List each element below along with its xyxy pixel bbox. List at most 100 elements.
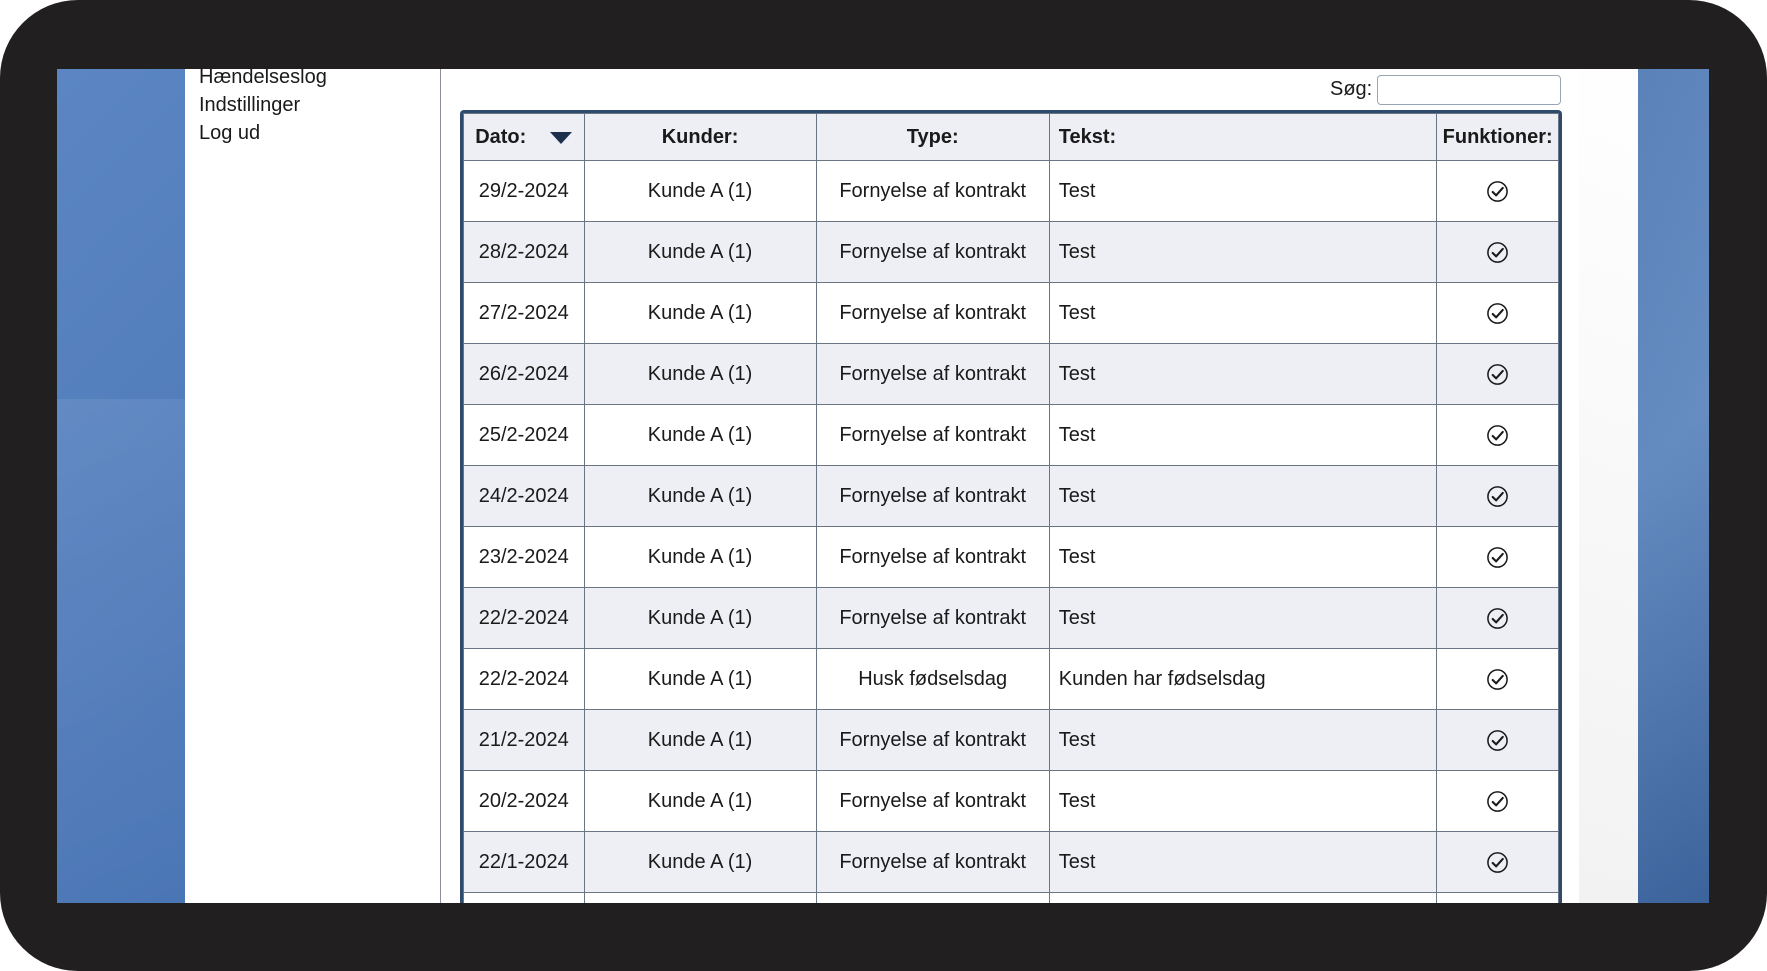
cell-customer: Kunde A (1): [583, 648, 817, 710]
column-header-label: Type:: [906, 125, 959, 148]
sidebar-item-indstillinger[interactable]: Indstillinger: [199, 94, 300, 117]
table-row[interactable]: 22/2-2024 Kunde A (1) Fornyelse af kontrak…: [463, 587, 1559, 649]
cell-date: 28/2-2024: [463, 221, 585, 283]
cell-date: 26/2-2024: [463, 343, 585, 405]
cell-date: [463, 892, 585, 903]
cell-functions: [1436, 892, 1559, 903]
sidebar-item-log-ud[interactable]: Log ud: [199, 122, 260, 145]
cell-customer: Kunde A (1): [583, 343, 817, 405]
table-row[interactable]: 29/2-2024 Kunde A (1) Fornyelse af kontrak…: [463, 160, 1559, 222]
cell-functions: [1436, 221, 1559, 283]
check-circle-icon[interactable]: [1486, 485, 1509, 508]
cell-customer: [583, 892, 817, 903]
cell-customer: Kunde A (1): [583, 221, 817, 283]
sidebar-item-haendelseslog[interactable]: Hændelseslog: [199, 69, 327, 89]
column-header-label: Kunder:: [661, 125, 739, 148]
cell-text: Test: [1048, 343, 1438, 405]
check-circle-icon[interactable]: [1486, 790, 1509, 813]
column-header-text[interactable]: Tekst:: [1048, 113, 1438, 161]
cell-functions: [1436, 831, 1559, 893]
cell-functions: [1436, 770, 1559, 832]
cell-customer: Kunde A (1): [583, 282, 817, 344]
cell-customer: Kunde A (1): [583, 526, 817, 588]
cell-text: Test: [1048, 404, 1438, 466]
table-row[interactable]: 24/2-2024 Kunde A (1) Fornyelse af kontrak…: [463, 465, 1559, 527]
search-label: Søg:: [1330, 78, 1373, 100]
events-table: Dato: Kunder: Type: Tekst: Funktioner: 2…: [463, 113, 1559, 903]
cell-type: Fornyelse af kontrakt: [815, 709, 1050, 771]
table-row[interactable]: 23/2-2024 Kunde A (1) Fornyelse af kontrak…: [463, 526, 1559, 588]
cell-text: Test: [1048, 709, 1438, 771]
table-row[interactable]: 22/2-2024 Kunde A (1) Husk fødselsdag Kunde…: [463, 648, 1559, 710]
cell-text: Test: [1048, 282, 1438, 344]
cell-type: Fornyelse af kontrakt: [815, 831, 1050, 893]
check-circle-icon[interactable]: [1486, 668, 1509, 691]
column-header-date[interactable]: Dato:: [463, 113, 585, 161]
cell-type: Fornyelse af kontrakt: [815, 526, 1050, 588]
cell-text: [1048, 892, 1438, 903]
column-header-type[interactable]: Type:: [815, 113, 1050, 161]
column-header-label: Tekst:: [1058, 125, 1117, 148]
check-circle-icon[interactable]: [1486, 180, 1509, 203]
cell-date: 21/2-2024: [463, 709, 585, 771]
check-circle-icon[interactable]: [1486, 424, 1509, 447]
cell-date: 23/2-2024: [463, 526, 585, 588]
cell-text: Kunden har fødselsdag: [1048, 648, 1438, 710]
cell-customer: Kunde A (1): [583, 587, 817, 649]
cell-functions: [1436, 282, 1559, 344]
cell-text: Test: [1048, 587, 1438, 649]
cell-type: Fornyelse af kontrakt: [815, 587, 1050, 649]
column-header-label: Funktioner:: [1442, 125, 1553, 148]
cell-date: 27/2-2024: [463, 282, 585, 344]
cell-text: Test: [1048, 526, 1438, 588]
table-row[interactable]: 27/2-2024 Kunde A (1) Fornyelse af kontrak…: [463, 282, 1559, 344]
cell-type: Husk fødselsdag: [815, 648, 1050, 710]
cell-text: Test: [1048, 465, 1438, 527]
check-circle-icon[interactable]: [1486, 851, 1509, 874]
cell-type: Fornyelse af kontrakt: [815, 160, 1050, 222]
column-header-customers[interactable]: Kunder:: [583, 113, 817, 161]
sidebar: Hændelseslog Indstillinger Log ud: [185, 69, 441, 903]
check-circle-icon[interactable]: [1486, 363, 1509, 386]
events-table-container: Dato: Kunder: Type: Tekst: Funktioner: 2…: [460, 110, 1562, 903]
desktop-background: Hændelseslog Indstillinger Log ud Søg: D…: [57, 69, 1709, 903]
check-circle-icon[interactable]: [1486, 241, 1509, 264]
table-row[interactable]: 20/2-2024 Kunde A (1) Fornyelse af kontrak…: [463, 770, 1559, 832]
cell-date: 24/2-2024: [463, 465, 585, 527]
cell-functions: [1436, 587, 1559, 649]
table-row[interactable]: 26/2-2024 Kunde A (1) Fornyelse af kontrak…: [463, 343, 1559, 405]
check-circle-icon[interactable]: [1486, 302, 1509, 325]
table-row[interactable]: 22/1-2024 Kunde A (1) Fornyelse af kontrak…: [463, 831, 1559, 893]
check-circle-icon[interactable]: [1486, 729, 1509, 752]
cell-type: Fornyelse af kontrakt: [815, 770, 1050, 832]
main-content: Søg: Dato: Kunder: Type: Tekst: Funktion…: [441, 69, 1638, 903]
cell-functions: [1436, 343, 1559, 405]
table-header-row: Dato: Kunder: Type: Tekst: Funktioner:: [463, 113, 1559, 161]
column-header-label: Dato:: [475, 125, 527, 148]
search-input[interactable]: [1377, 75, 1561, 105]
cell-date: 25/2-2024: [463, 404, 585, 466]
check-circle-icon[interactable]: [1486, 607, 1509, 630]
cell-type: Fornyelse af kontrakt: [815, 343, 1050, 405]
table-row[interactable]: 28/2-2024 Kunde A (1) Fornyelse af kontrak…: [463, 221, 1559, 283]
cell-functions: [1436, 404, 1559, 466]
cell-type: Fornyelse af kontrakt: [815, 221, 1050, 283]
table-row[interactable]: [463, 892, 1559, 903]
cell-functions: [1436, 160, 1559, 222]
table-row[interactable]: 21/2-2024 Kunde A (1) Fornyelse af kontrak…: [463, 709, 1559, 771]
check-circle-icon[interactable]: [1486, 546, 1509, 569]
cell-customer: Kunde A (1): [583, 831, 817, 893]
cell-text: Test: [1048, 770, 1438, 832]
table-row[interactable]: 25/2-2024 Kunde A (1) Fornyelse af kontrak…: [463, 404, 1559, 466]
cell-functions: [1436, 465, 1559, 527]
column-header-functions: Funktioner:: [1436, 113, 1559, 161]
cell-date: 29/2-2024: [463, 160, 585, 222]
cell-type: Fornyelse af kontrakt: [815, 282, 1050, 344]
sort-descending-icon[interactable]: [550, 132, 573, 145]
cell-customer: Kunde A (1): [583, 160, 817, 222]
cell-type: Fornyelse af kontrakt: [815, 404, 1050, 466]
cell-functions: [1436, 709, 1559, 771]
cell-date: 22/1-2024: [463, 831, 585, 893]
cell-date: 20/2-2024: [463, 770, 585, 832]
cell-text: Test: [1048, 221, 1438, 283]
